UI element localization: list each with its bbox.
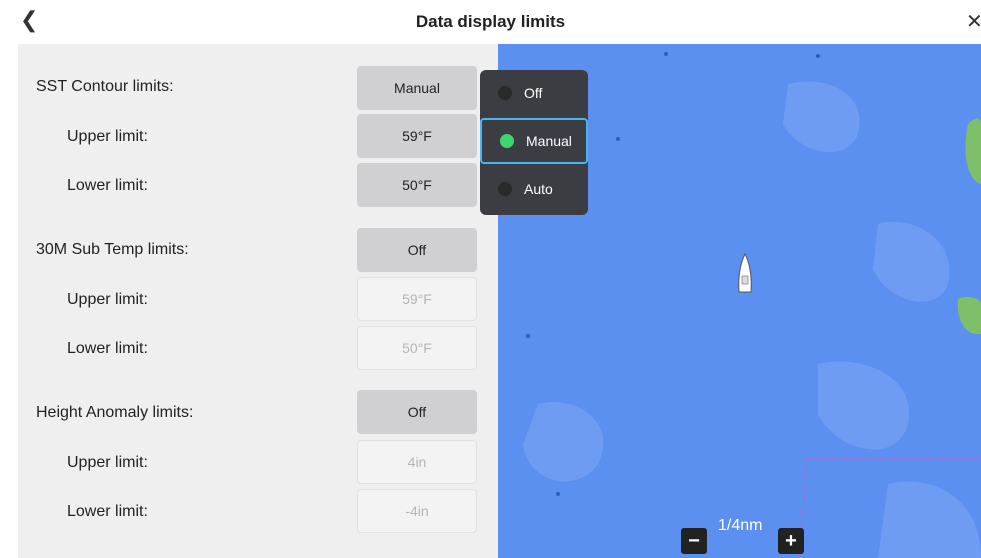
sub-temp-upper-limit-button: 59°F: [357, 277, 477, 321]
zoom-in-button[interactable]: +: [778, 528, 804, 554]
sst-upper-limit-button[interactable]: 59°F: [357, 114, 477, 158]
option-manual[interactable]: Manual: [480, 118, 588, 164]
sst-upper-limit-label: Upper limit:: [67, 128, 148, 145]
option-auto[interactable]: Auto: [480, 166, 588, 212]
height-anomaly-upper-limit-label: Upper limit:: [67, 454, 148, 471]
title-bar: ❮ Data display limits ✕: [0, 0, 981, 44]
zoom-out-button[interactable]: −: [681, 528, 707, 554]
map-scale-label: 1/4nm: [718, 517, 763, 534]
radio-selected-icon: [500, 134, 514, 148]
sst-lower-limit-label: Lower limit:: [67, 177, 148, 194]
mode-dropdown-menu: Off Manual Auto: [480, 70, 588, 215]
sst-contour-mode-button[interactable]: Manual: [357, 66, 477, 110]
radio-auto-icon: [498, 182, 512, 196]
sub-temp-upper-limit-label: Upper limit:: [67, 291, 148, 308]
option-auto-label: Auto: [524, 181, 553, 197]
sub-temp-lower-limit-label: Lower limit:: [67, 340, 148, 357]
height-anomaly-lower-limit-label: Lower limit:: [67, 503, 148, 520]
height-anomaly-lower-limit-button: -4in: [357, 489, 477, 533]
sst-lower-limit-button[interactable]: 50°F: [357, 163, 477, 207]
height-anomaly-mode-button[interactable]: Off: [357, 390, 477, 434]
close-icon[interactable]: ✕: [966, 10, 981, 32]
sst-contour-limits-label: SST Contour limits:: [36, 78, 174, 95]
page-title: Data display limits: [415, 12, 566, 31]
radio-off-icon: [498, 86, 512, 100]
height-anomaly-upper-limit-button: 4in: [357, 440, 477, 484]
sub-temp-lower-limit-button: 50°F: [357, 326, 477, 370]
option-off[interactable]: Off: [480, 70, 588, 116]
sub-temp-mode-button[interactable]: Off: [357, 228, 477, 272]
option-off-label: Off: [524, 85, 543, 101]
height-anomaly-limits-label: Height Anomaly limits:: [36, 404, 194, 421]
sub-temp-limits-label: 30M Sub Temp limits:: [36, 241, 189, 258]
option-manual-label: Manual: [526, 133, 572, 149]
